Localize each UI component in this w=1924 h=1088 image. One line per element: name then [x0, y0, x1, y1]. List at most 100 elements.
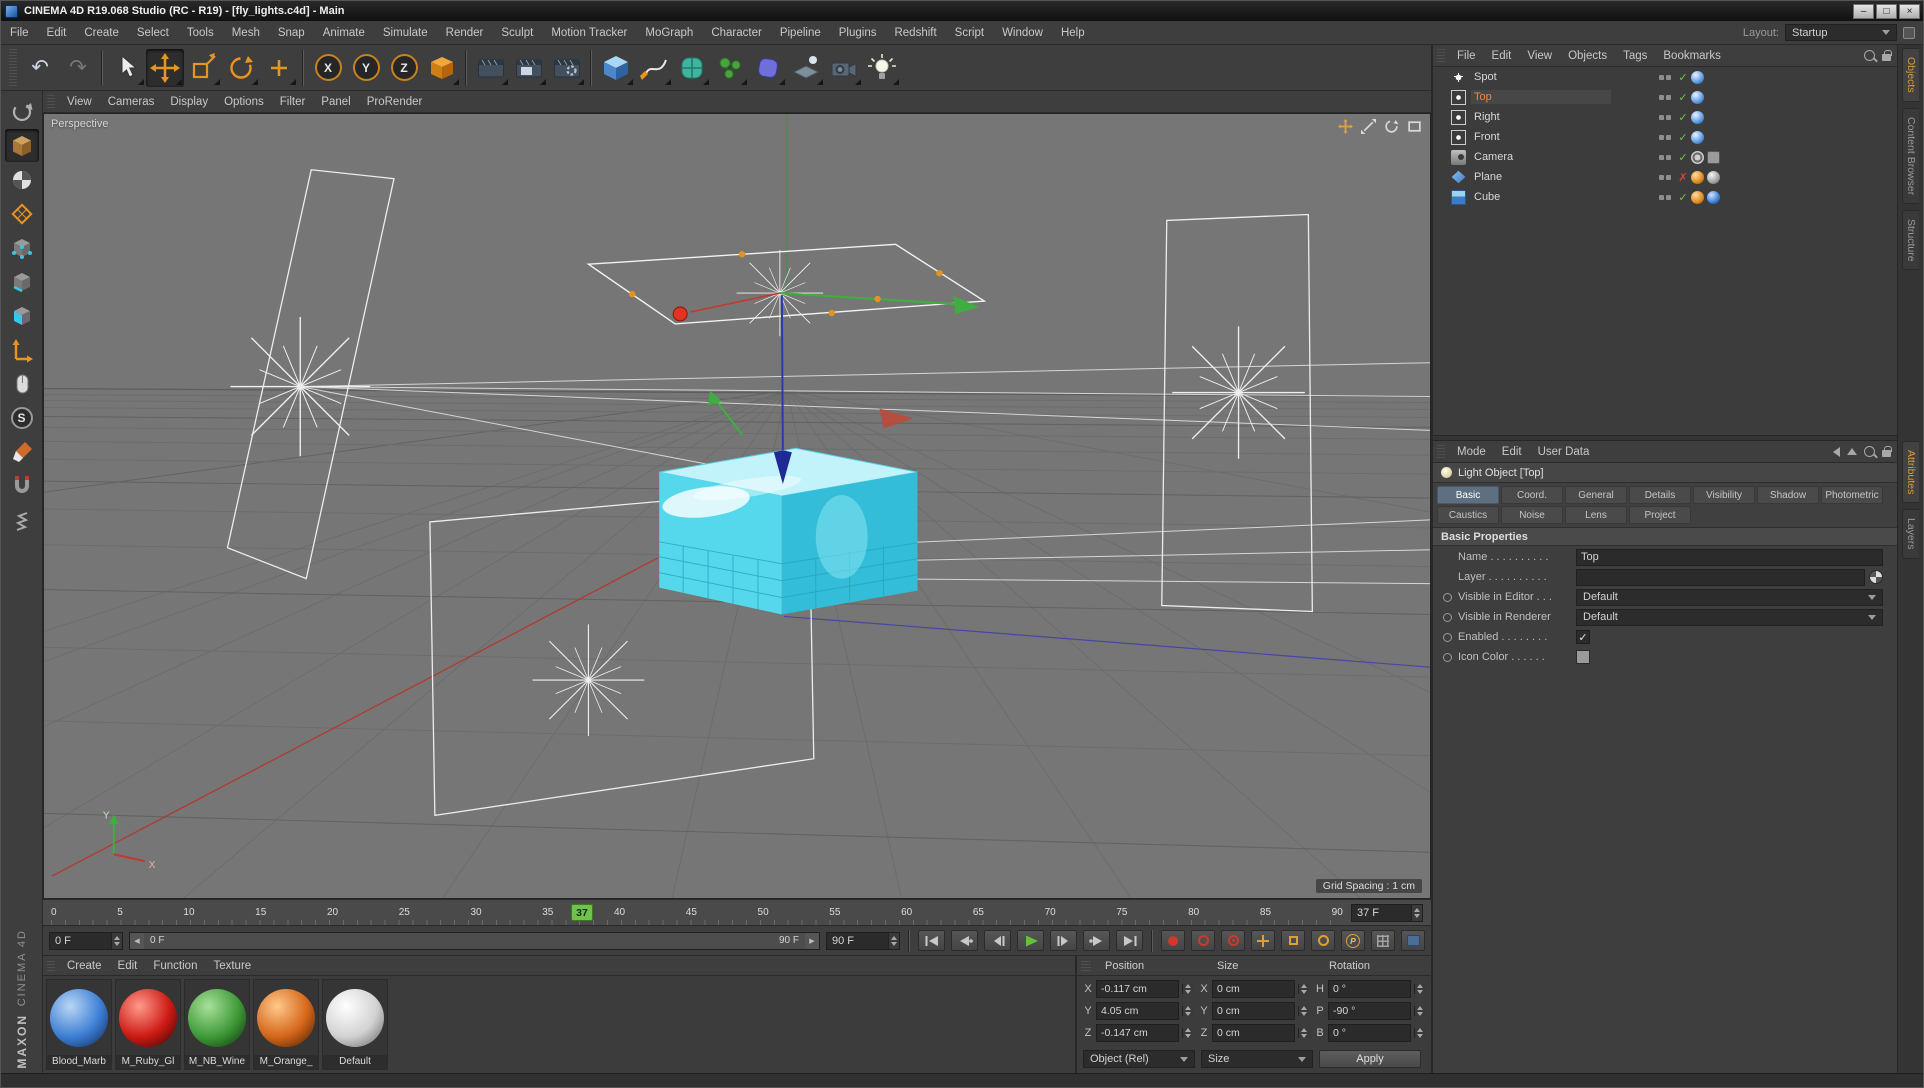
coordinate-input[interactable]: 0 ° — [1328, 1024, 1411, 1042]
add-environment-button[interactable] — [787, 49, 825, 87]
attribute-tab[interactable]: General — [1565, 486, 1627, 504]
record-position-button[interactable] — [1251, 930, 1275, 951]
enabled-checkbox[interactable]: ✓ — [1576, 630, 1590, 644]
texture-mode-button[interactable] — [5, 163, 39, 196]
search-icon[interactable] — [1864, 446, 1875, 457]
keyframe-dot-icon[interactable] — [1443, 593, 1452, 602]
enable-mark[interactable]: ✓ — [1675, 131, 1691, 144]
object-manager-menu-item[interactable]: Tags — [1615, 50, 1655, 62]
prev-key-button[interactable] — [951, 930, 978, 951]
material-menu-item[interactable]: Texture — [205, 960, 259, 972]
history-back-icon[interactable] — [1833, 447, 1840, 457]
layout-dropdown[interactable]: Startup — [1785, 24, 1897, 41]
title-bar[interactable]: CINEMA 4D R19.068 Studio (RC - R19) - [f… — [1, 1, 1923, 21]
coordinate-input[interactable]: 0 ° — [1328, 980, 1411, 998]
menu-item[interactable]: Redshift — [885, 27, 945, 39]
material-preview[interactable] — [257, 989, 315, 1047]
coordinate-input[interactable]: 4.05 cm — [1096, 1002, 1179, 1020]
current-frame-value[interactable]: 37 F — [1352, 905, 1411, 921]
close-button[interactable]: × — [1899, 4, 1920, 19]
object-row[interactable]: Spot ✓ — [1433, 67, 1897, 87]
workplane-mode-button[interactable] — [5, 197, 39, 230]
object-row[interactable]: Right ✓ — [1433, 107, 1897, 127]
visibility-dots[interactable] — [1659, 195, 1675, 200]
material-preview[interactable] — [326, 989, 384, 1047]
viewport-menu-item[interactable]: Panel — [313, 96, 358, 108]
range-slider[interactable]: ◀ 0 F 90 F ▶ — [129, 932, 820, 950]
object-name[interactable]: Top — [1471, 90, 1611, 104]
coordinate-system-button[interactable] — [423, 49, 461, 87]
next-frame-button[interactable] — [1050, 930, 1077, 951]
attribute-tab[interactable]: Lens — [1565, 506, 1627, 524]
axis-mode-button[interactable] — [5, 333, 39, 366]
rotate-view-icon[interactable] — [1384, 119, 1399, 134]
stepper[interactable] — [111, 933, 122, 949]
camera-label[interactable]: Perspective — [51, 118, 108, 130]
enable-mark[interactable]: ✓ — [1675, 91, 1691, 104]
range-right-handle[interactable]: ▶ — [805, 933, 819, 949]
object-manager-menu-item[interactable]: View — [1519, 50, 1560, 62]
visibility-dots[interactable] — [1659, 135, 1675, 140]
viewport-menu-item[interactable]: View — [59, 96, 100, 108]
attribute-tab[interactable]: Visibility — [1693, 486, 1755, 504]
stepper[interactable] — [1414, 1028, 1425, 1038]
attribute-tab[interactable]: Photometric — [1821, 486, 1883, 504]
menu-item[interactable]: Help — [1052, 27, 1094, 39]
menu-item[interactable]: Simulate — [374, 27, 437, 39]
range-end-value[interactable]: 90 F — [827, 933, 888, 949]
render-view-button[interactable] — [472, 49, 510, 87]
add-deformer-button[interactable] — [749, 49, 787, 87]
coordinate-input[interactable]: 0 cm — [1212, 1024, 1295, 1042]
add-cube-button[interactable] — [597, 49, 635, 87]
add-array-button[interactable] — [711, 49, 749, 87]
keyframe-dot-icon[interactable] — [1443, 653, 1452, 662]
pan-view-icon[interactable] — [1338, 119, 1353, 134]
attribute-tab[interactable]: Project — [1629, 506, 1691, 524]
redo-button[interactable]: ↷ — [59, 49, 97, 87]
side-tab[interactable]: Structure — [1902, 210, 1919, 271]
live-selection-button[interactable] — [108, 49, 146, 87]
visible-renderer-dropdown[interactable]: Default — [1576, 609, 1883, 626]
object-name[interactable]: Plane — [1471, 170, 1611, 184]
stepper[interactable] — [1414, 1006, 1425, 1016]
tag-icon[interactable] — [1707, 71, 1720, 84]
viewport-menu-item[interactable]: Display — [162, 96, 216, 108]
minimize-button[interactable]: – — [1853, 4, 1874, 19]
menu-item[interactable]: Character — [702, 27, 771, 39]
object-name[interactable]: Camera — [1471, 150, 1611, 164]
make-editable-button[interactable] — [5, 95, 39, 128]
layer-browser-icon[interactable] — [1869, 570, 1883, 584]
name-input[interactable]: Top — [1576, 549, 1883, 566]
stepper[interactable] — [1414, 984, 1425, 994]
menu-item[interactable]: Snap — [269, 27, 314, 39]
rotate-tool-button[interactable] — [222, 49, 260, 87]
light-star-left[interactable] — [230, 317, 370, 456]
edges-mode-button[interactable] — [5, 265, 39, 298]
render-picture-viewer-button[interactable] — [510, 49, 548, 87]
cube-object[interactable] — [659, 448, 917, 614]
range-left-handle[interactable]: ◀ — [130, 933, 144, 949]
viewport-mouse-button[interactable] — [5, 367, 39, 400]
coordinate-input[interactable]: -0.117 cm — [1096, 980, 1179, 998]
menu-item[interactable]: Pipeline — [771, 27, 830, 39]
render-settings-button[interactable] — [548, 49, 586, 87]
material-menu-item[interactable]: Edit — [110, 960, 146, 972]
attribute-tab[interactable]: Details — [1629, 486, 1691, 504]
object-manager-menu-item[interactable]: Bookmarks — [1655, 50, 1729, 62]
paint-brush-button[interactable] — [5, 435, 39, 468]
timeline-ticks[interactable]: 37 051015202530354045505560657075808590 — [51, 900, 1343, 925]
menu-item[interactable]: Animate — [314, 27, 374, 39]
lock-icon[interactable] — [1882, 54, 1891, 61]
viewport[interactable]: Y X Perspective Grid Spacing : 1 cm — [43, 113, 1431, 899]
object-row[interactable]: Camera ✓ — [1433, 147, 1897, 167]
menu-item[interactable]: MoGraph — [636, 27, 702, 39]
side-tab[interactable]: Layers — [1902, 509, 1919, 559]
enable-mark[interactable]: ✓ — [1675, 191, 1691, 204]
material-item[interactable]: Blood_Marb — [46, 979, 112, 1070]
viewport-menu-item[interactable]: Options — [216, 96, 272, 108]
enable-mark[interactable]: ✓ — [1675, 71, 1691, 84]
range-bar[interactable]: 0 F 90 F — [144, 933, 805, 949]
lock-z-button[interactable]: Z — [385, 49, 423, 87]
lock-y-button[interactable]: Y — [347, 49, 385, 87]
tag-icon[interactable] — [1691, 91, 1704, 104]
